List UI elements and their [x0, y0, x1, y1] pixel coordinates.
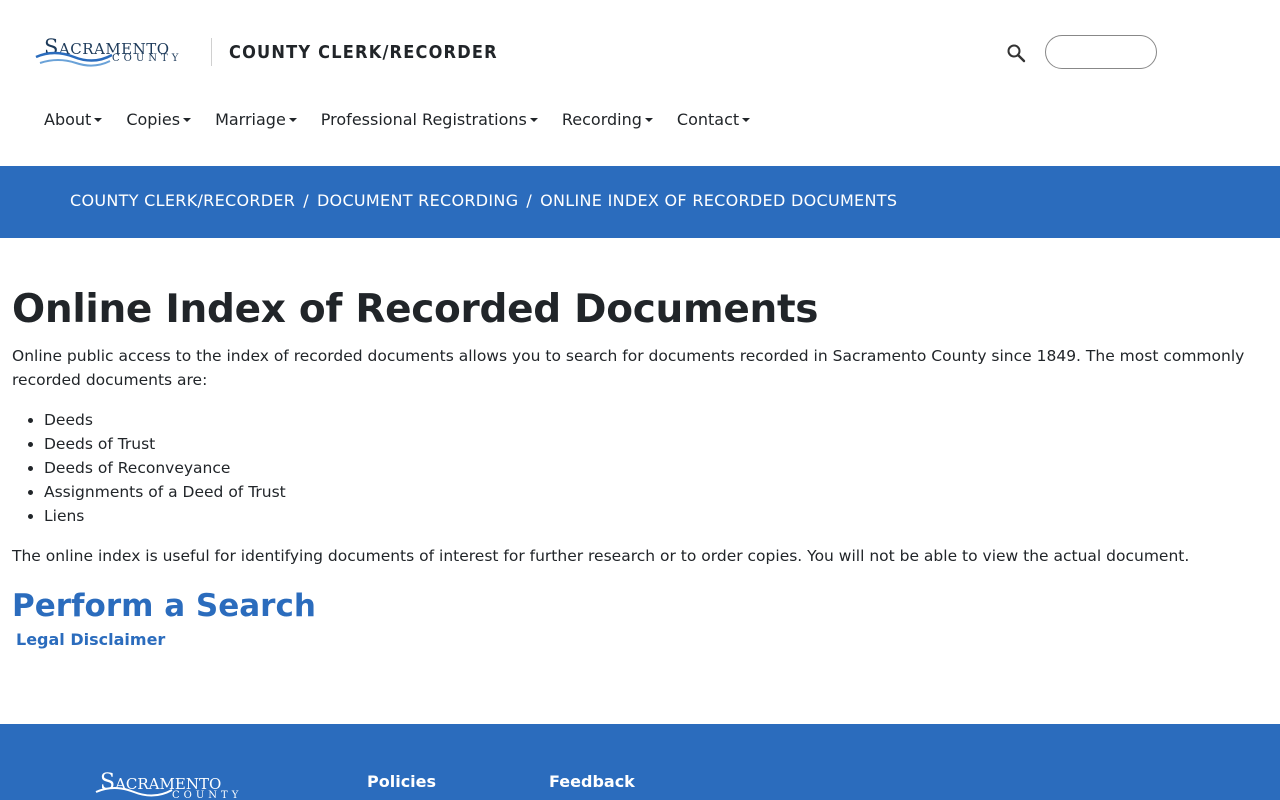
page-title: Online Index of Recorded Documents: [12, 287, 819, 332]
breadcrumb-separator: /: [303, 191, 309, 210]
breadcrumb-document-recording[interactable]: DOCUMENT RECORDING: [317, 191, 518, 210]
nav-about[interactable]: About: [44, 108, 103, 132]
breadcrumb-bar: COUNTY CLERK/RECORDER / DOCUMENT RECORDING…: [0, 166, 1280, 238]
caret-down-icon: [288, 118, 297, 122]
intro-paragraph: Online public access to the index of rec…: [12, 347, 1245, 389]
footer-logo-subtext: COUNTY: [172, 790, 243, 800]
caret-down-icon: [742, 118, 751, 122]
document-list: Deeds Deeds of Trust Deeds of Reconveyan…: [12, 408, 1252, 528]
breadcrumb-current-page[interactable]: ONLINE INDEX OF RECORDED DOCUMENTS: [540, 191, 897, 210]
footer-logo[interactable]: Sacramento COUNTY: [94, 770, 264, 800]
nav-copies[interactable]: Copies: [126, 108, 192, 132]
nav-professional-registrations[interactable]: Professional Registrations: [321, 108, 538, 132]
note-paragraph: The online index is useful for identifyi…: [12, 547, 1190, 565]
site-header: Sacramento COUNTY COUNTY CLERK/RECORDER …: [0, 0, 1280, 166]
department-name[interactable]: COUNTY CLERK/RECORDER: [229, 42, 498, 63]
search-icon: [1007, 44, 1026, 63]
breadcrumb-county-clerk-recorder[interactable]: COUNTY CLERK/RECORDER: [70, 191, 295, 210]
nav-label: Professional Registrations: [320, 110, 527, 129]
search-input[interactable]: [1045, 35, 1157, 69]
logo-subtext: COUNTY: [112, 53, 183, 64]
list-item: Deeds: [44, 408, 1252, 432]
perform-search-link[interactable]: Perform a Search: [12, 586, 316, 626]
main-nav: About Copies Marriage Professional Regis…: [44, 108, 774, 132]
nav-marriage[interactable]: Marriage: [215, 108, 297, 132]
nav-recording[interactable]: Recording: [562, 108, 653, 132]
site-footer: Sacramento COUNTY Policies Feedback: [0, 724, 1280, 800]
nav-label: Contact: [676, 110, 740, 129]
header-divider: [211, 38, 212, 66]
breadcrumb-separator: /: [526, 191, 533, 210]
breadcrumb: COUNTY CLERK/RECORDER / DOCUMENT RECORDING…: [70, 191, 897, 210]
caret-down-icon: [94, 118, 103, 122]
footer-feedback-heading[interactable]: Feedback: [549, 772, 635, 791]
caret-down-icon: [183, 118, 192, 122]
list-item: Liens: [44, 504, 1252, 528]
main-content: Online Index of Recorded Documents Onlin…: [12, 284, 1252, 649]
legal-disclaimer-link[interactable]: Legal Disclaimer: [16, 630, 165, 649]
nav-label: About: [44, 110, 92, 129]
nav-label: Marriage: [215, 110, 286, 129]
wave-icon: [35, 51, 113, 67]
footer-policies-heading[interactable]: Policies: [367, 772, 436, 791]
list-item: Assignments of a Deed of Trust: [44, 480, 1252, 504]
sacramento-county-logo[interactable]: Sacramento COUNTY: [34, 33, 200, 73]
caret-down-icon: [529, 118, 538, 122]
caret-down-icon: [644, 118, 653, 122]
list-item: Deeds of Trust: [44, 432, 1252, 456]
search-button[interactable]: [1005, 42, 1027, 64]
nav-label: Recording: [561, 110, 642, 129]
list-item: Deeds of Reconveyance: [44, 456, 1252, 480]
nav-contact[interactable]: Contact: [676, 108, 751, 132]
nav-label: Copies: [126, 110, 181, 129]
wave-icon: [95, 787, 173, 797]
